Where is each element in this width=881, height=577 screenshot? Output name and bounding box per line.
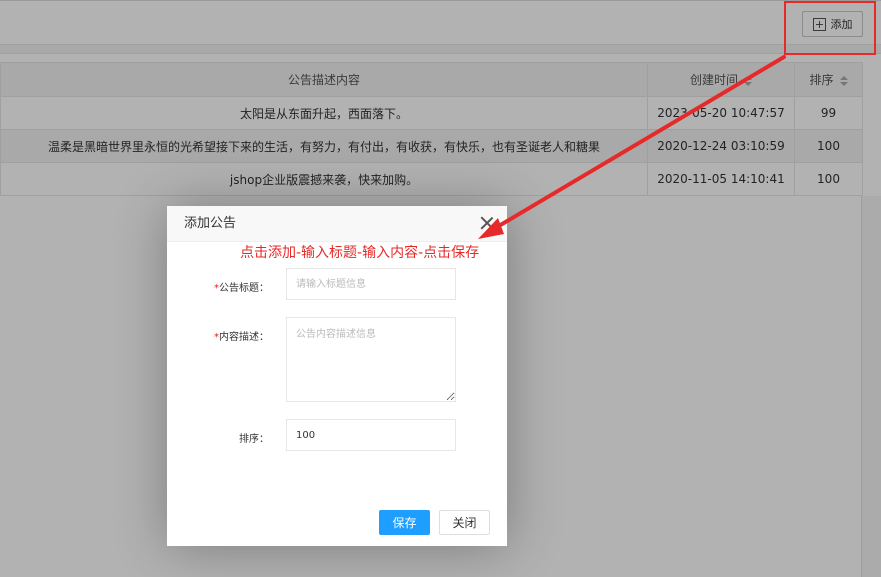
close-icon[interactable] <box>480 216 494 230</box>
notice-title-input[interactable] <box>286 268 456 300</box>
instruction-text: 点击添加-输入标题-输入内容-点击保存 <box>240 245 480 261</box>
close-button[interactable]: 关闭 <box>439 510 490 535</box>
notice-content-textarea[interactable] <box>286 317 456 402</box>
add-button-highlight <box>784 1 876 55</box>
title-label: *公告标题： <box>214 283 269 294</box>
dialog-title: 添加公告 <box>167 206 507 242</box>
sort-input[interactable] <box>286 419 456 451</box>
save-button[interactable]: 保存 <box>379 510 430 535</box>
content-label: *内容描述： <box>214 332 269 343</box>
sort-label: 排序： <box>239 434 269 445</box>
